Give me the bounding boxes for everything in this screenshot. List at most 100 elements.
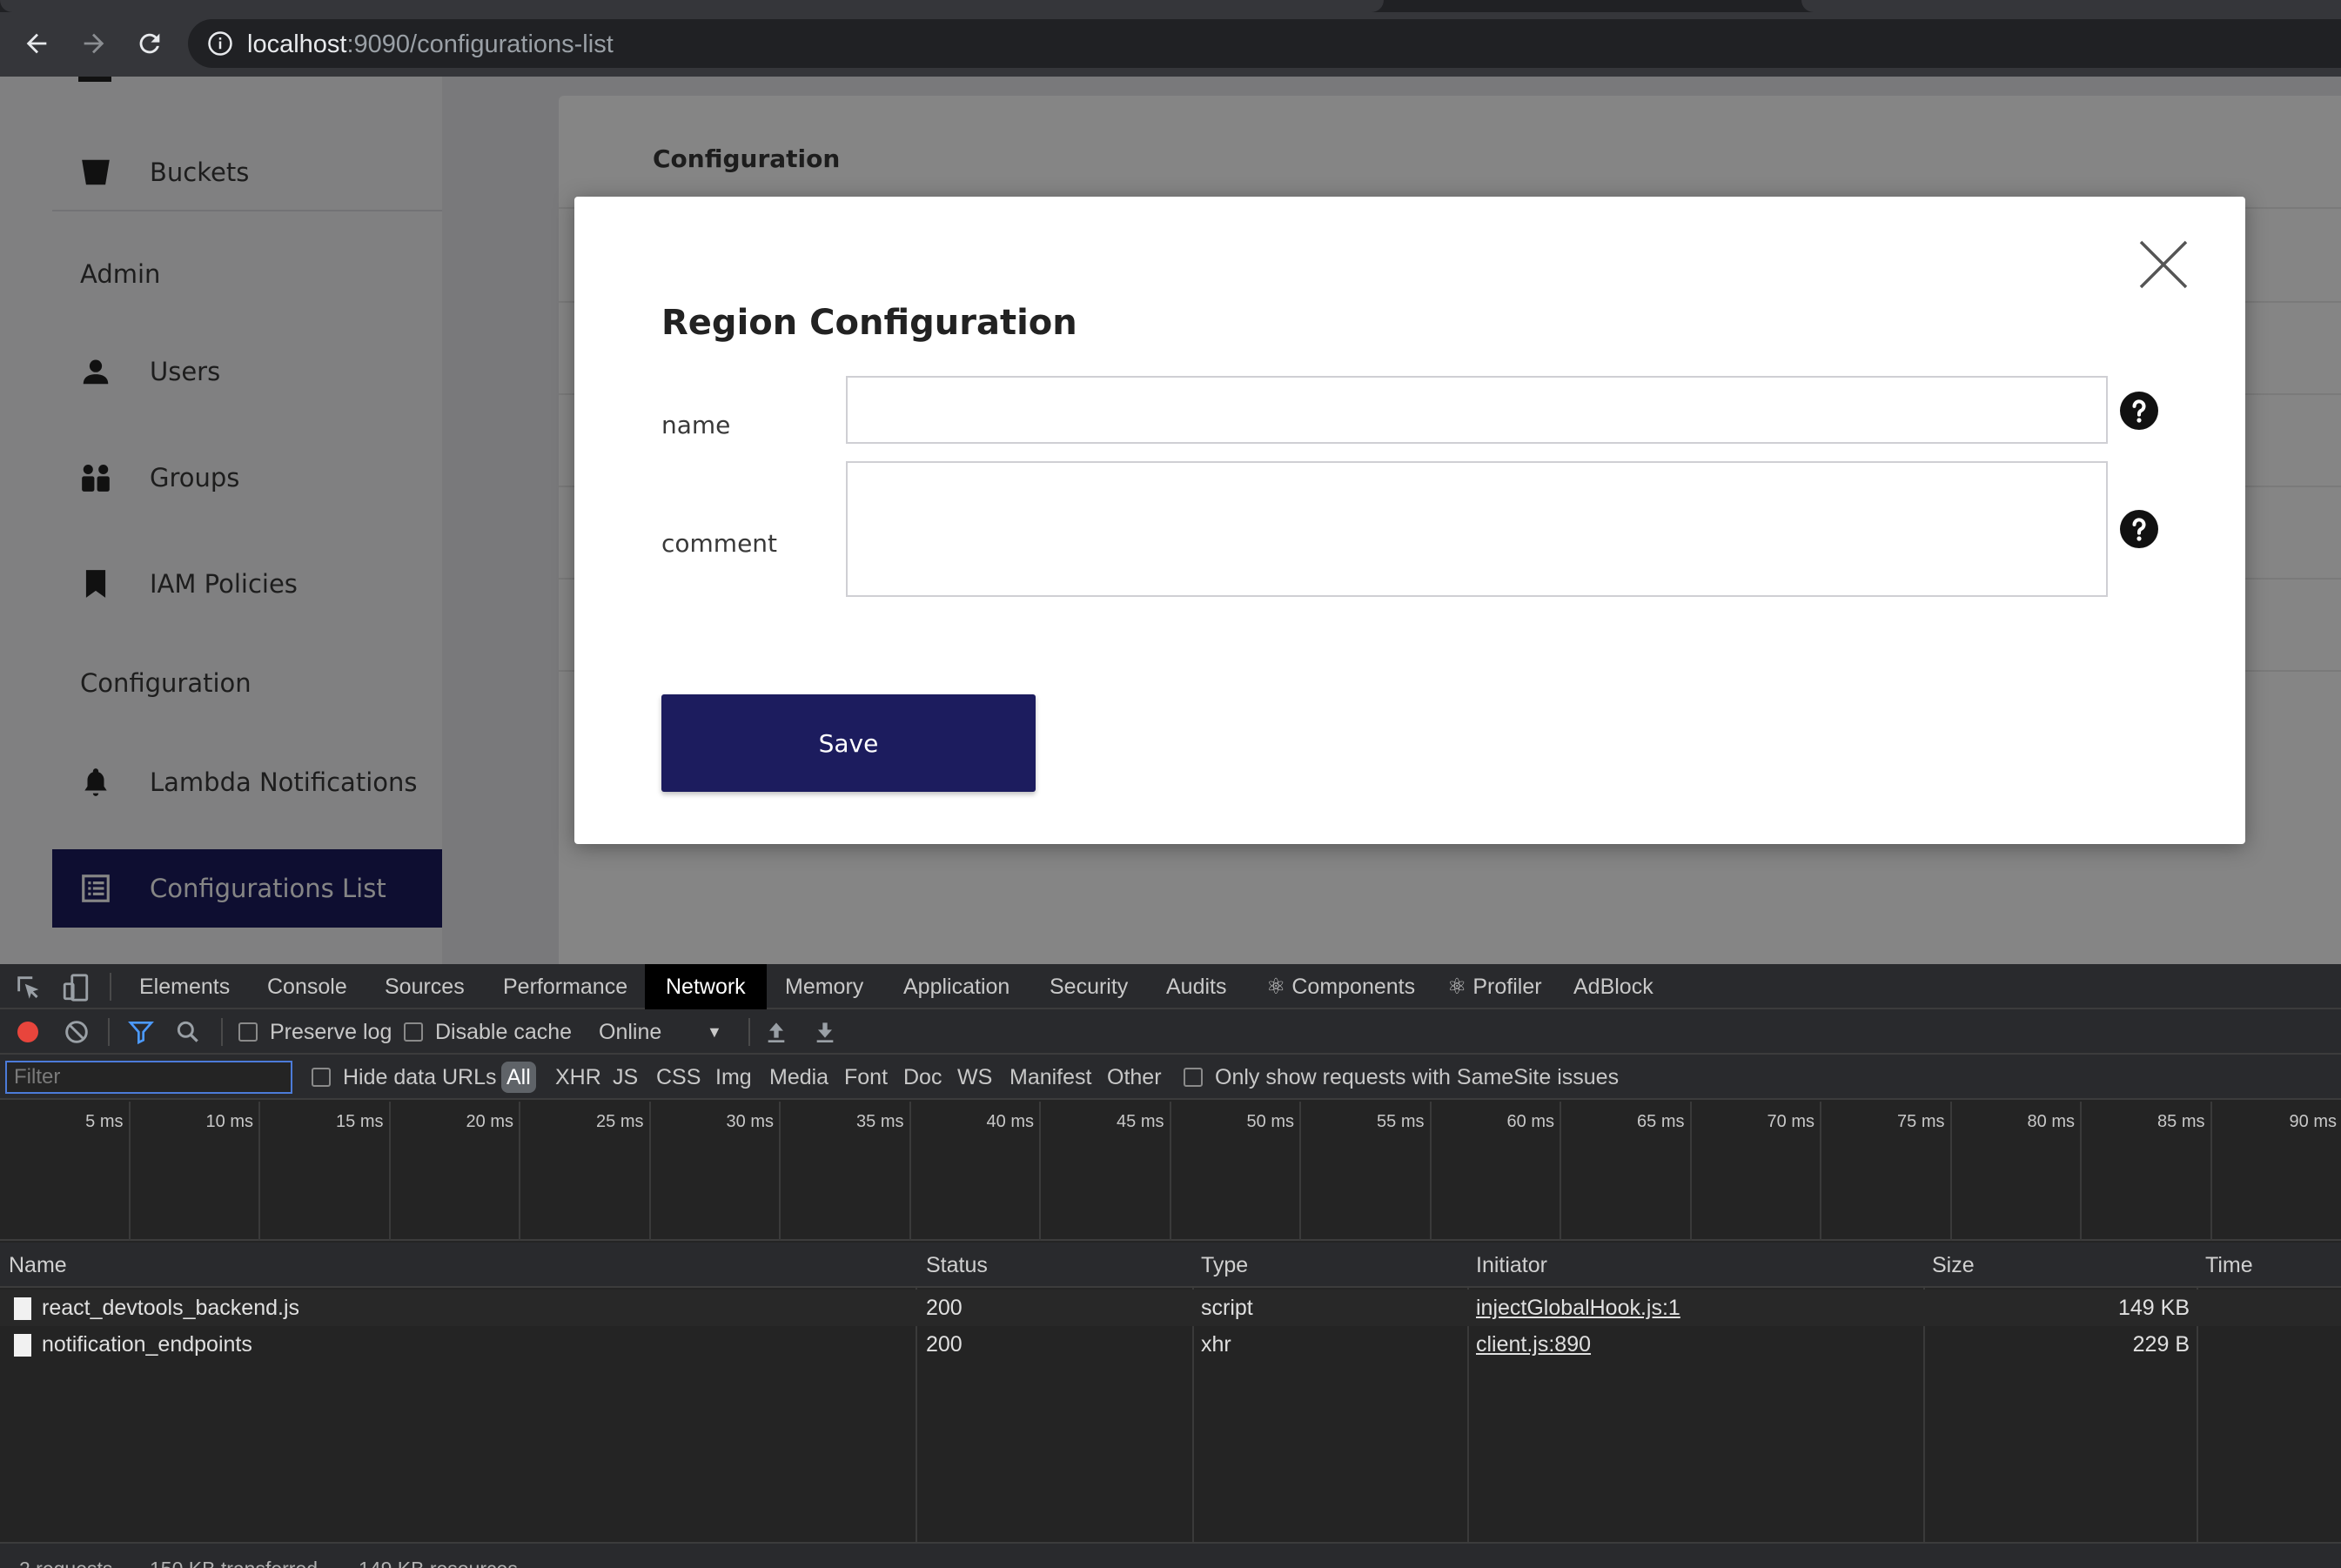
preserve-log-checkbox[interactable] [238, 1022, 258, 1042]
tab-elements[interactable]: Elements [139, 964, 230, 1009]
request-initiator-link[interactable]: client.js:890 [1476, 1326, 1591, 1363]
resources-size: 149 KB resources [359, 1558, 518, 1568]
tab-security[interactable]: Security [1050, 964, 1128, 1009]
disable-cache-checkbox[interactable] [404, 1022, 423, 1042]
upload-icon[interactable] [762, 1018, 790, 1046]
request-initiator-link[interactable]: injectGlobalHook.js:1 [1476, 1290, 1680, 1326]
table-row[interactable]: notification_endpoints 200 xhr client.js… [0, 1326, 2341, 1363]
help-icon[interactable] [2120, 510, 2158, 548]
type-filter-all[interactable]: All [501, 1062, 536, 1093]
forward-button[interactable] [75, 24, 113, 63]
type-filter-xhr[interactable]: XHR [555, 1062, 601, 1093]
timeline-tick: 80 ms [1952, 1102, 2082, 1241]
url-path: :9090/configurations-list [346, 30, 614, 58]
download-icon[interactable] [811, 1018, 839, 1046]
timeline-tick-label: 40 ms [986, 1112, 1034, 1131]
url-host: localhost [247, 30, 347, 58]
timeline-tick: 90 ms [2212, 1102, 2341, 1241]
timeline-tick: 70 ms [1692, 1102, 1821, 1241]
timeline-tick: 25 ms [520, 1102, 651, 1241]
samesite-checkbox[interactable] [1184, 1068, 1203, 1087]
browser-tab[interactable] [1801, 0, 2341, 12]
column-header-time[interactable]: Time [2205, 1243, 2253, 1288]
column-header-initiator[interactable]: Initiator [1476, 1243, 1547, 1288]
type-filter-img[interactable]: Img [715, 1062, 752, 1093]
timeline-tick-label: 70 ms [1767, 1112, 1814, 1131]
separator [108, 1018, 110, 1046]
column-header-name[interactable]: Name [9, 1243, 67, 1288]
timeline-tick: 10 ms [131, 1102, 260, 1241]
table-header: Name Status Type Initiator Size Time [0, 1243, 2341, 1288]
hide-data-urls-checkbox[interactable] [312, 1068, 331, 1087]
type-filter-ws[interactable]: WS [957, 1062, 992, 1093]
timeline-tick-label: 45 ms [1117, 1112, 1164, 1131]
separator [110, 973, 111, 1001]
timeline-tick: 85 ms [2082, 1102, 2212, 1241]
hide-data-urls-label: Hide data URLs [343, 1065, 497, 1089]
inspect-element-icon[interactable] [14, 973, 44, 1002]
back-button[interactable] [17, 24, 56, 63]
clear-icon[interactable] [63, 1018, 91, 1046]
device-toolbar-icon[interactable] [61, 973, 91, 1002]
app-page: Buckets Admin Users Groups IAM Policies … [0, 77, 2341, 964]
timeline-tick-label: 20 ms [466, 1112, 513, 1131]
tab-profiler[interactable]: ⚛ Profiler [1447, 964, 1542, 1009]
request-type: xhr [1201, 1332, 1231, 1357]
request-status: 200 [926, 1296, 963, 1320]
timeline-tick: 5 ms [0, 1102, 131, 1241]
request-count: 2 requests [19, 1558, 112, 1568]
name-input[interactable] [846, 376, 2108, 444]
timeline-tick-label: 80 ms [2027, 1112, 2075, 1131]
tab-console[interactable]: Console [267, 964, 347, 1009]
comment-textarea[interactable] [846, 461, 2108, 597]
tab-components[interactable]: ⚛ Components [1266, 964, 1415, 1009]
type-filter-other[interactable]: Other [1107, 1062, 1162, 1093]
request-name[interactable]: notification_endpoints [42, 1326, 252, 1363]
table-row[interactable]: react_devtools_backend.js 200 script inj… [0, 1290, 2341, 1326]
timeline-tick-label: 90 ms [2289, 1112, 2337, 1131]
help-icon[interactable] [2120, 392, 2158, 430]
tab-adblock[interactable]: AdBlock [1573, 964, 1653, 1009]
tab-sources[interactable]: Sources [385, 964, 465, 1009]
timeline-tick: 65 ms [1561, 1102, 1692, 1241]
timeline-tick-label: 10 ms [205, 1112, 253, 1131]
tab-application[interactable]: Application [903, 964, 1010, 1009]
reload-button[interactable] [131, 24, 169, 63]
column-header-type[interactable]: Type [1201, 1243, 1248, 1288]
browser-tab[interactable] [0, 0, 1384, 12]
save-button[interactable]: Save [661, 694, 1036, 792]
network-toolbar: Preserve log Disable cache Online ▼ [0, 1009, 2341, 1055]
close-button[interactable] [2137, 238, 2190, 291]
network-timeline[interactable]: 5 ms 10 ms 15 ms 20 ms 25 ms 30 ms 35 ms 40 ms 4… [0, 1102, 2341, 1241]
tab-audits[interactable]: Audits [1166, 964, 1226, 1009]
search-icon[interactable] [174, 1018, 202, 1046]
type-filter-css[interactable]: CSS [656, 1062, 701, 1093]
disable-cache-label: Disable cache [435, 1020, 573, 1044]
type-filter-js[interactable]: JS [613, 1062, 638, 1093]
timeline-tick-label: 35 ms [856, 1112, 904, 1131]
tab-performance[interactable]: Performance [503, 964, 627, 1009]
filter-input[interactable] [5, 1061, 292, 1094]
tab-network[interactable]: Network [645, 964, 767, 1009]
url-text[interactable]: localhost:9090/configurations-list [247, 30, 614, 59]
info-icon[interactable] [207, 30, 233, 57]
close-icon [2139, 240, 2188, 289]
address-bar[interactable]: localhost:9090/configurations-list [188, 19, 2341, 68]
dropdown-arrow-icon[interactable]: ▼ [707, 1009, 722, 1055]
timeline-tick: 45 ms [1041, 1102, 1171, 1241]
type-filter-doc[interactable]: Doc [903, 1062, 942, 1093]
type-filter-media[interactable]: Media [769, 1062, 828, 1093]
tab-memory[interactable]: Memory [785, 964, 863, 1009]
throttling-select[interactable]: Online [599, 1009, 661, 1055]
request-name[interactable]: react_devtools_backend.js [42, 1290, 299, 1326]
request-size: 149 KB [2117, 1296, 2190, 1320]
column-header-status[interactable]: Status [926, 1243, 988, 1288]
file-icon [14, 1297, 31, 1320]
type-filter-manifest[interactable]: Manifest [1010, 1062, 1091, 1093]
column-header-size[interactable]: Size [1932, 1243, 1975, 1288]
type-filter-font[interactable]: Font [844, 1062, 888, 1093]
transferred-size: 150 KB transferred [150, 1558, 318, 1568]
browser-toolbar: localhost:9090/configurations-list [0, 0, 2341, 77]
filter-icon[interactable] [127, 1018, 155, 1046]
record-icon[interactable] [14, 1018, 42, 1046]
